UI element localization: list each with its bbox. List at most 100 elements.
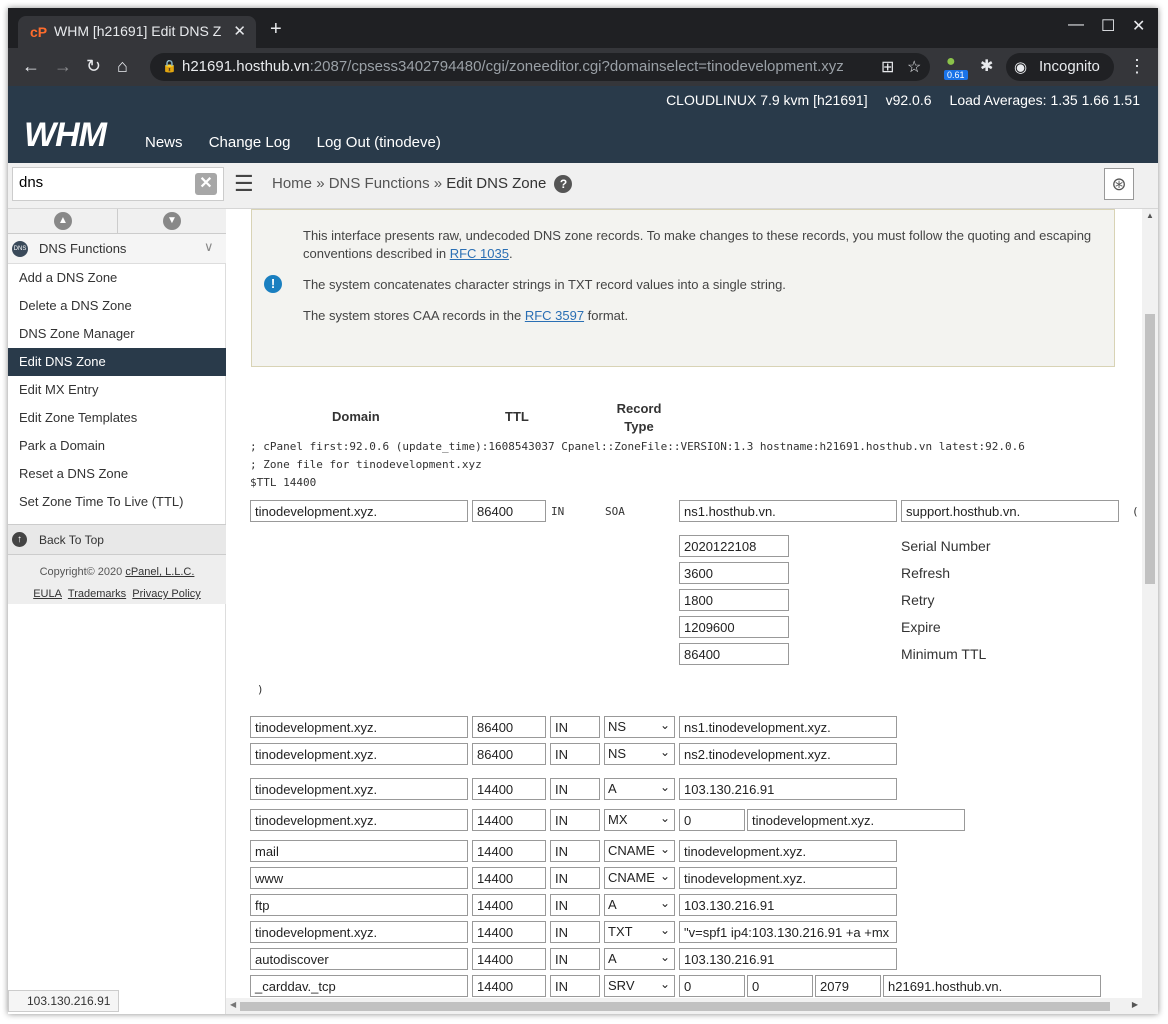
- record-name-input[interactable]: tinodevelopment.xyz.: [250, 716, 468, 738]
- record-data-input[interactable]: 0: [747, 975, 813, 997]
- forward-icon[interactable]: →: [54, 56, 72, 77]
- sidebar-item-set-zone-ttl[interactable]: Set Zone Time To Live (TTL): [8, 488, 226, 516]
- record-ttl-input[interactable]: 14400: [472, 894, 546, 916]
- sidebar-item-edit-dns-zone[interactable]: Edit DNS Zone: [8, 348, 226, 376]
- record-name-input[interactable]: mail: [250, 840, 468, 862]
- record-ttl-input[interactable]: 14400: [472, 948, 546, 970]
- record-ttl-input[interactable]: 14400: [472, 809, 546, 831]
- bookmark-star-icon[interactable]: ☆: [907, 57, 921, 77]
- sidebar-item-delete-dns-zone[interactable]: Delete a DNS Zone: [8, 292, 226, 320]
- scroll-thumb[interactable]: [1145, 314, 1155, 584]
- record-name-input[interactable]: www: [250, 867, 468, 889]
- record-type-select[interactable]: CNAME ⌄: [604, 840, 675, 862]
- sidebar-item-add-dns-zone[interactable]: Add a DNS Zone: [8, 264, 226, 292]
- sidebar-item-edit-zone-templates[interactable]: Edit Zone Templates: [8, 404, 226, 432]
- back-to-top[interactable]: ↑ Back To Top: [8, 524, 226, 554]
- record-name-input[interactable]: tinodevelopment.xyz.: [250, 809, 468, 831]
- sidebar-item-dns-zone-manager[interactable]: DNS Zone Manager: [8, 320, 226, 348]
- record-class-input[interactable]: IN: [550, 778, 600, 800]
- new-tab-icon[interactable]: +: [270, 18, 282, 41]
- record-data-input[interactable]: 0: [679, 975, 745, 997]
- record-data-input[interactable]: tinodevelopment.xyz.: [679, 840, 897, 862]
- record-data-input[interactable]: 103.130.216.91: [679, 894, 897, 916]
- horizontal-scrollbar[interactable]: ◀ ▶: [226, 998, 1142, 1014]
- back-icon[interactable]: ←: [22, 56, 40, 77]
- scroll-left-arrow-icon[interactable]: ◀: [230, 1000, 236, 1009]
- scroll-right-arrow-icon[interactable]: ▶: [1132, 1000, 1138, 1009]
- record-class-input[interactable]: IN: [550, 716, 600, 738]
- sidebar-category-dns-functions[interactable]: DNS DNS Functions ∨: [8, 234, 226, 264]
- record-data-input[interactable]: tinodevelopment.xyz.: [679, 867, 897, 889]
- record-name-input[interactable]: tinodevelopment.xyz.: [250, 743, 468, 765]
- record-ttl-input[interactable]: 86400: [472, 716, 546, 738]
- record-data-input[interactable]: ns1.tinodevelopment.xyz.: [679, 716, 897, 738]
- record-type-select[interactable]: A ⌄: [604, 948, 675, 970]
- record-ttl-input[interactable]: 14400: [472, 867, 546, 889]
- close-window-icon[interactable]: ✕: [1132, 16, 1145, 36]
- clear-search-icon[interactable]: ✕: [195, 173, 217, 195]
- record-class-input[interactable]: IN: [550, 809, 600, 831]
- address-bar[interactable]: 🔒 h21691.hosthub.vn:2087/cpsess340279448…: [150, 53, 930, 81]
- sidebar-item-edit-mx-entry[interactable]: Edit MX Entry: [8, 376, 226, 404]
- record-class-input[interactable]: IN: [550, 921, 600, 943]
- record-ttl-input[interactable]: 14400: [472, 840, 546, 862]
- record-data-input[interactable]: 103.130.216.91: [679, 948, 897, 970]
- nav-change-log[interactable]: Change Log: [209, 134, 291, 151]
- minimize-icon[interactable]: —: [1068, 16, 1084, 34]
- record-class-input[interactable]: IN: [550, 743, 600, 765]
- record-name-input[interactable]: _carddav._tcp: [250, 975, 468, 997]
- record-type-select[interactable]: A ⌄: [604, 894, 675, 916]
- soa-domain-input[interactable]: tinodevelopment.xyz.: [250, 500, 468, 522]
- soa-mname-input[interactable]: ns1.hosthub.vn.: [679, 500, 897, 522]
- help-icon[interactable]: ?: [554, 175, 573, 193]
- record-class-input[interactable]: IN: [550, 867, 600, 889]
- scroll-down-icon[interactable]: ▼: [163, 212, 181, 230]
- close-tab-icon[interactable]: ✕: [233, 22, 246, 40]
- record-data-input[interactable]: tinodevelopment.xyz.: [747, 809, 965, 831]
- rfc1035-link[interactable]: RFC 1035: [450, 246, 509, 261]
- home-icon[interactable]: ⌂: [117, 56, 128, 77]
- record-name-input[interactable]: tinodevelopment.xyz.: [250, 921, 468, 943]
- eula-link[interactable]: EULA: [33, 588, 62, 600]
- record-name-input[interactable]: tinodevelopment.xyz.: [250, 778, 468, 800]
- record-ttl-input[interactable]: 86400: [472, 743, 546, 765]
- whm-logo[interactable]: WHM: [24, 116, 107, 155]
- record-ttl-input[interactable]: 14400: [472, 975, 546, 997]
- nav-news[interactable]: News: [145, 134, 183, 151]
- record-data-input[interactable]: 0: [679, 809, 745, 831]
- maximize-icon[interactable]: ☐: [1101, 16, 1115, 36]
- soa-expire-input[interactable]: 1209600: [679, 616, 789, 638]
- breadcrumb-section[interactable]: DNS Functions: [329, 175, 430, 192]
- record-data-input[interactable]: 2079: [815, 975, 881, 997]
- scroll-up-icon[interactable]: ▲: [54, 212, 72, 230]
- record-type-select[interactable]: MX ⌄: [604, 809, 675, 831]
- support-lifebuoy-icon[interactable]: ⊛: [1104, 168, 1134, 200]
- reload-icon[interactable]: ↻: [86, 56, 101, 77]
- soa-rname-input[interactable]: support.hosthub.vn.: [901, 500, 1119, 522]
- record-ttl-input[interactable]: 14400: [472, 778, 546, 800]
- sidebar-search-input[interactable]: dns: [12, 167, 224, 201]
- record-type-select[interactable]: NS ⌄: [604, 716, 675, 738]
- sidebar-item-park-domain[interactable]: Park a Domain: [8, 432, 226, 460]
- record-type-select[interactable]: CNAME ⌄: [604, 867, 675, 889]
- menu-kebab-icon[interactable]: ⋮: [1128, 56, 1146, 77]
- extension-android-icon[interactable]: ●: [946, 53, 956, 71]
- record-data-input[interactable]: 103.130.216.91: [679, 778, 897, 800]
- record-type-select[interactable]: A ⌄: [604, 778, 675, 800]
- cpanel-link[interactable]: cPanel, L.L.C.: [125, 566, 194, 578]
- vertical-scrollbar[interactable]: ▲: [1142, 209, 1158, 1014]
- record-data-input[interactable]: ns2.tinodevelopment.xyz.: [679, 743, 897, 765]
- trademarks-link[interactable]: Trademarks: [68, 588, 126, 600]
- record-name-input[interactable]: ftp: [250, 894, 468, 916]
- scroll-thumb[interactable]: [240, 1002, 1110, 1011]
- rfc3597-link[interactable]: RFC 3597: [525, 308, 584, 323]
- record-class-input[interactable]: IN: [550, 948, 600, 970]
- soa-ttl-input[interactable]: 86400: [472, 500, 546, 522]
- collapse-menu-icon[interactable]: ☰: [234, 171, 254, 197]
- record-data-input[interactable]: h21691.hosthub.vn.: [883, 975, 1101, 997]
- incognito-indicator[interactable]: ◉ Incognito: [1006, 53, 1114, 81]
- soa-retry-input[interactable]: 1800: [679, 589, 789, 611]
- record-class-input[interactable]: IN: [550, 975, 600, 997]
- record-type-select[interactable]: TXT ⌄: [604, 921, 675, 943]
- record-name-input[interactable]: autodiscover: [250, 948, 468, 970]
